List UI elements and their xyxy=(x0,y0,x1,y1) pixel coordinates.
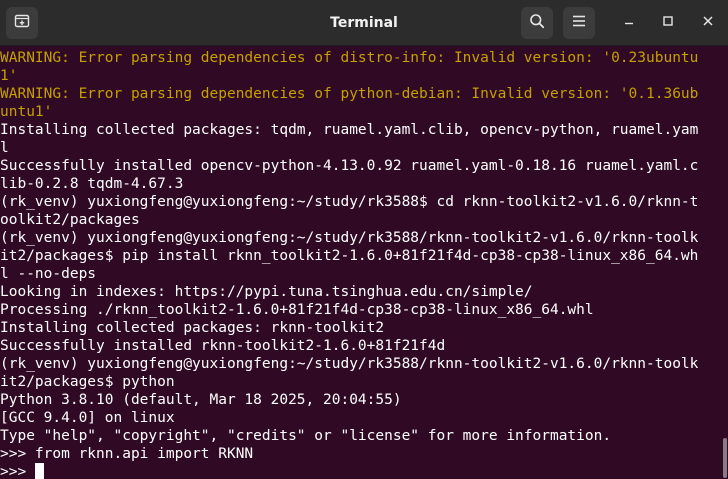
terminal-line: lib-0.2.8 tqdm-4.67.3 xyxy=(0,176,184,192)
maximize-button[interactable] xyxy=(656,11,680,35)
text-cursor xyxy=(34,463,44,479)
terminal-warning-line: WARNING: Error parsing dependencies of p… xyxy=(0,86,699,102)
hamburger-menu-icon xyxy=(572,14,586,33)
minimize-icon xyxy=(623,14,635,32)
prompt-line[interactable]: >>> xyxy=(0,463,722,479)
terminal-line: >>> from rknn.api import RKNN xyxy=(0,446,254,462)
new-tab-button[interactable] xyxy=(6,7,38,39)
terminal-warning-line: untu1' xyxy=(0,104,53,120)
search-icon xyxy=(529,13,545,34)
terminal-line: Looking in indexes: https://pypi.tuna.ts… xyxy=(0,284,533,300)
terminal-line: Installing collected packages: tqdm, rua… xyxy=(0,122,699,138)
terminal-line: oolkit2/packages xyxy=(0,212,140,228)
terminal-line: Successfully installed rknn-toolkit2-1.6… xyxy=(0,338,446,354)
terminal-line: Successfully installed opencv-python-4.1… xyxy=(0,158,699,174)
minimize-button[interactable] xyxy=(617,11,641,35)
terminal-line: (rk_venv) yuxiongfeng@yuxiongfeng:~/stud… xyxy=(0,194,699,210)
close-button[interactable] xyxy=(696,11,720,35)
terminal-line: Installing collected packages: rknn-tool… xyxy=(0,320,385,336)
terminal-warning-line: WARNING: Error parsing dependencies of d… xyxy=(0,50,699,66)
close-icon xyxy=(702,14,714,32)
terminal-line: it2/packages$ python xyxy=(0,374,175,390)
terminal-line: Processing ./rknn_toolkit2-1.6.0+81f21f4… xyxy=(0,302,594,318)
terminal-line: [GCC 9.4.0] on linux xyxy=(0,410,175,426)
search-button[interactable] xyxy=(521,7,553,39)
prompt-text: >>> xyxy=(0,464,35,479)
terminal-line: Python 3.8.10 (default, Mar 18 2025, 20:… xyxy=(0,392,402,408)
terminal-output[interactable]: WARNING: Error parsing dependencies of d… xyxy=(0,46,722,479)
maximize-icon xyxy=(662,14,674,32)
terminal-line: it2/packages$ pip install rknn_toolkit2-… xyxy=(0,248,699,264)
terminal-line: l xyxy=(0,140,9,156)
terminal-warning-line: 1' xyxy=(0,68,18,84)
terminal-line: l --no-deps xyxy=(0,266,97,282)
menu-button[interactable] xyxy=(563,7,595,39)
scrollbar-thumb[interactable] xyxy=(723,438,727,478)
terminal-line: Type "help", "copyright", "credits" or "… xyxy=(0,428,612,444)
terminal-line: (rk_venv) yuxiongfeng@yuxiongfeng:~/stud… xyxy=(0,230,699,246)
terminal-window: Terminal WARNING: Error parsing dependen… xyxy=(0,0,728,479)
title-bar[interactable]: Terminal xyxy=(0,0,728,46)
scrollbar[interactable] xyxy=(722,46,728,479)
new-tab-icon xyxy=(14,13,30,34)
terminal-line: (rk_venv) yuxiongfeng@yuxiongfeng:~/stud… xyxy=(0,356,699,372)
